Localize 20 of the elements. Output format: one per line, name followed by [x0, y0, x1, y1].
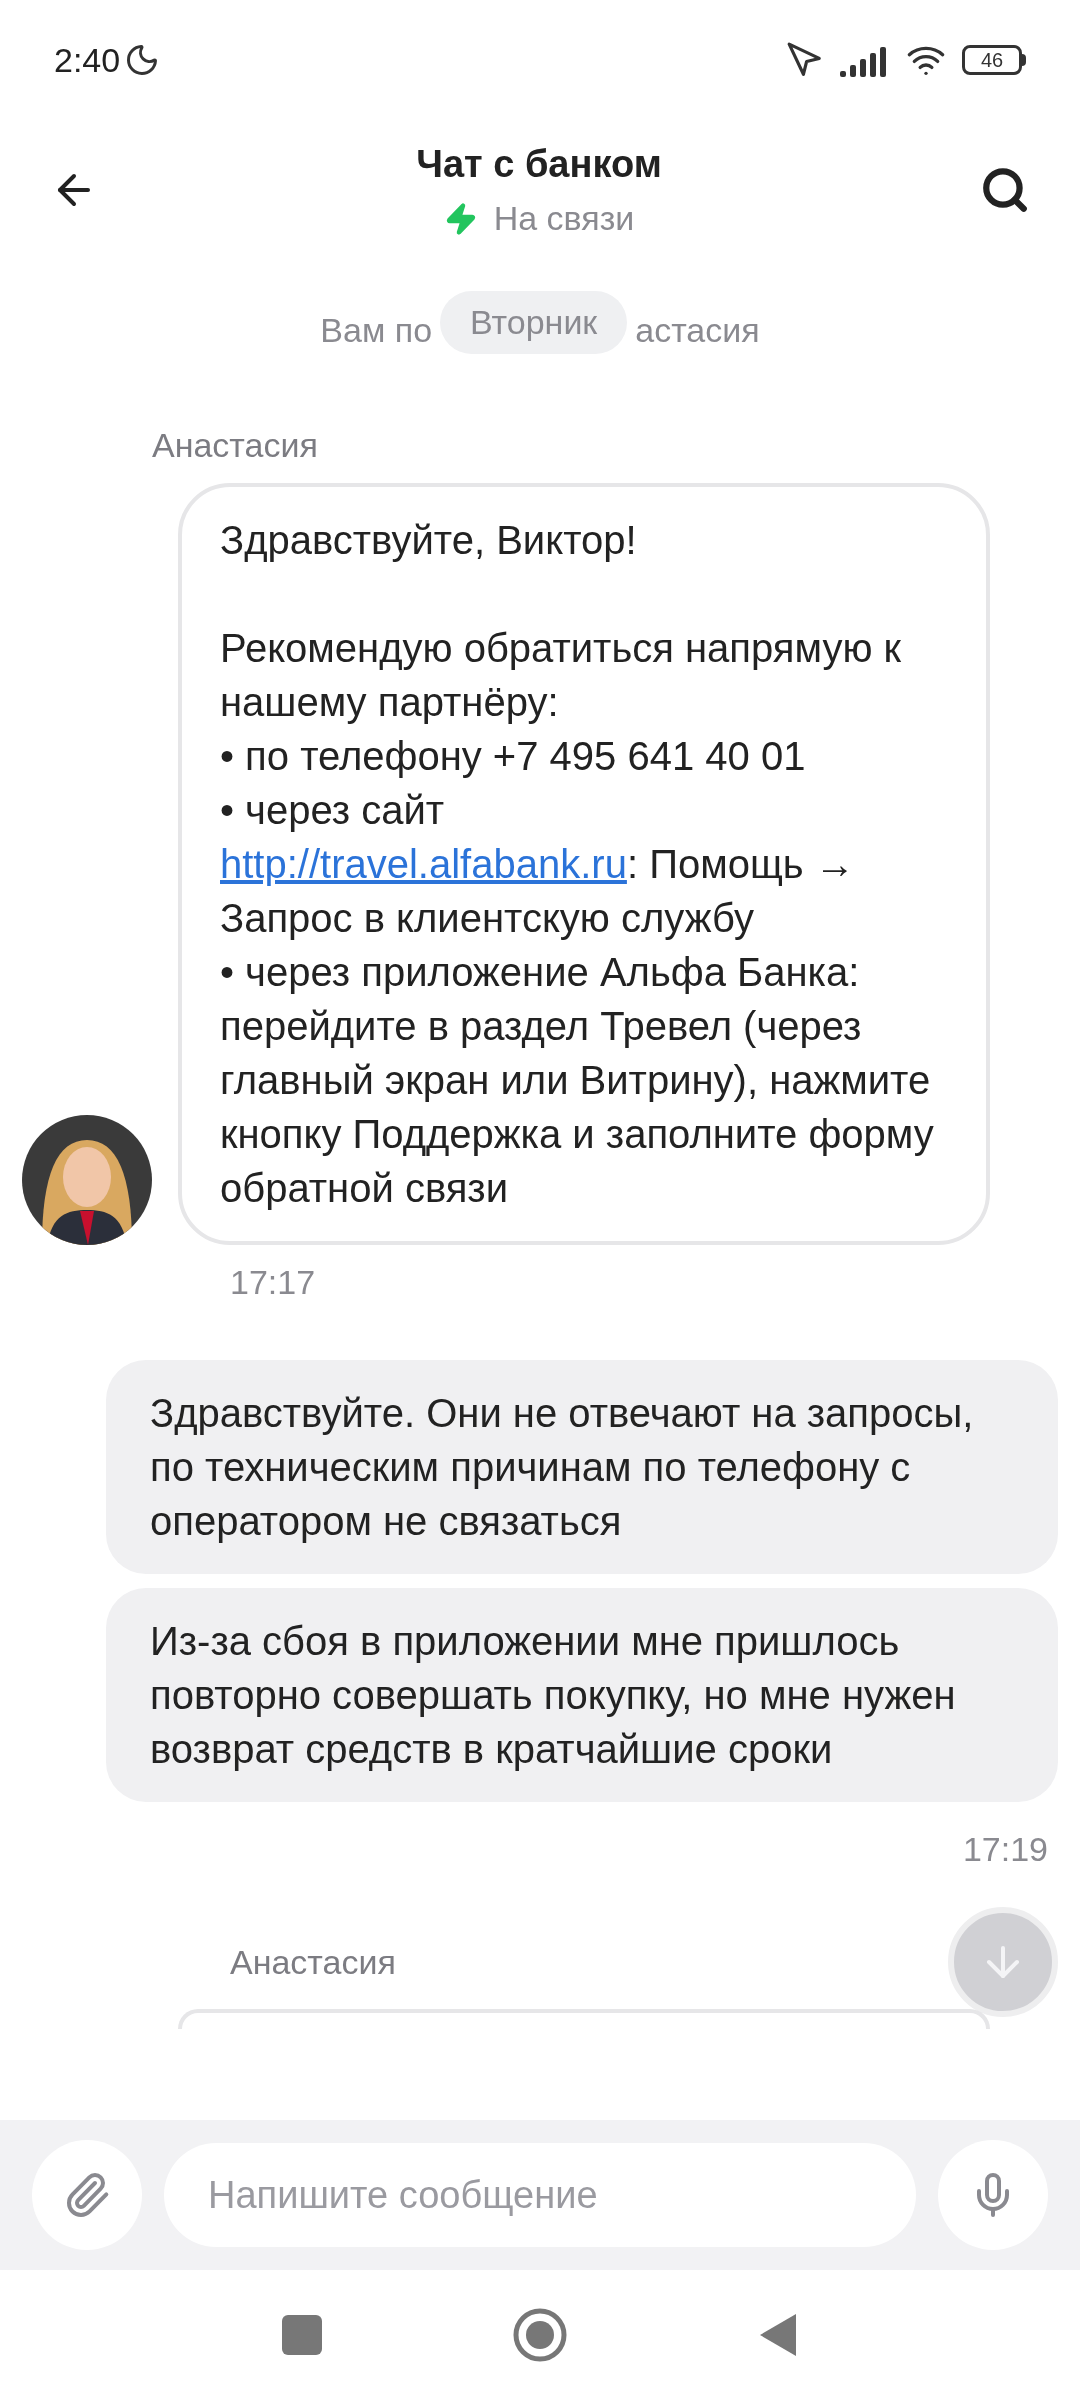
message-time: 17:19	[962, 1829, 1049, 1870]
system-notice: астасия	[635, 309, 760, 351]
search-button[interactable]	[980, 165, 1030, 215]
website-link[interactable]: http://travel.alfabank.ru	[220, 842, 627, 886]
system-notice: Вам по	[320, 309, 433, 351]
message-text: Здравствуйте, Виктор! Рекомендую обратиться напрямую к нашему партнёру: • по телефону +7 495 641 40 01 • через сайт http://travel.alfabank.ru: Помощь → Запрос в клиентскую службу • через приложение Альфа Банка: перейдите в раздел Тревел (через главный экран или Витрину), нажмите кнопку Поддержка и заполните форму обратной связи	[220, 517, 935, 1212]
message-bubble: Из-за сбоя в приложении мне пришлось повторно совершать покупку, но мне нужен возврат средств в кратчайшие сроки	[106, 1588, 1058, 1802]
home-icon[interactable]	[512, 2307, 568, 2363]
sender-name: Анастасия	[152, 425, 319, 466]
search-icon	[980, 165, 1030, 215]
date-chip: Вторник	[440, 290, 628, 354]
chat-title: Чат с банком	[416, 142, 662, 187]
back-nav-icon[interactable]	[758, 2312, 798, 2358]
message-bubble: Здравствуйте. Они не отвечают на запросы, по техническим причинам по телефону с оператором не связаться	[106, 1360, 1058, 1574]
message-input[interactable]: Напишите сообщение	[164, 2143, 916, 2247]
sender-name: Анастасия	[230, 1941, 396, 1983]
status-time: 2:40	[54, 39, 121, 81]
location-icon	[786, 41, 824, 79]
chat-status: На связи	[493, 198, 635, 239]
message-time: 17:17	[230, 1262, 317, 1303]
